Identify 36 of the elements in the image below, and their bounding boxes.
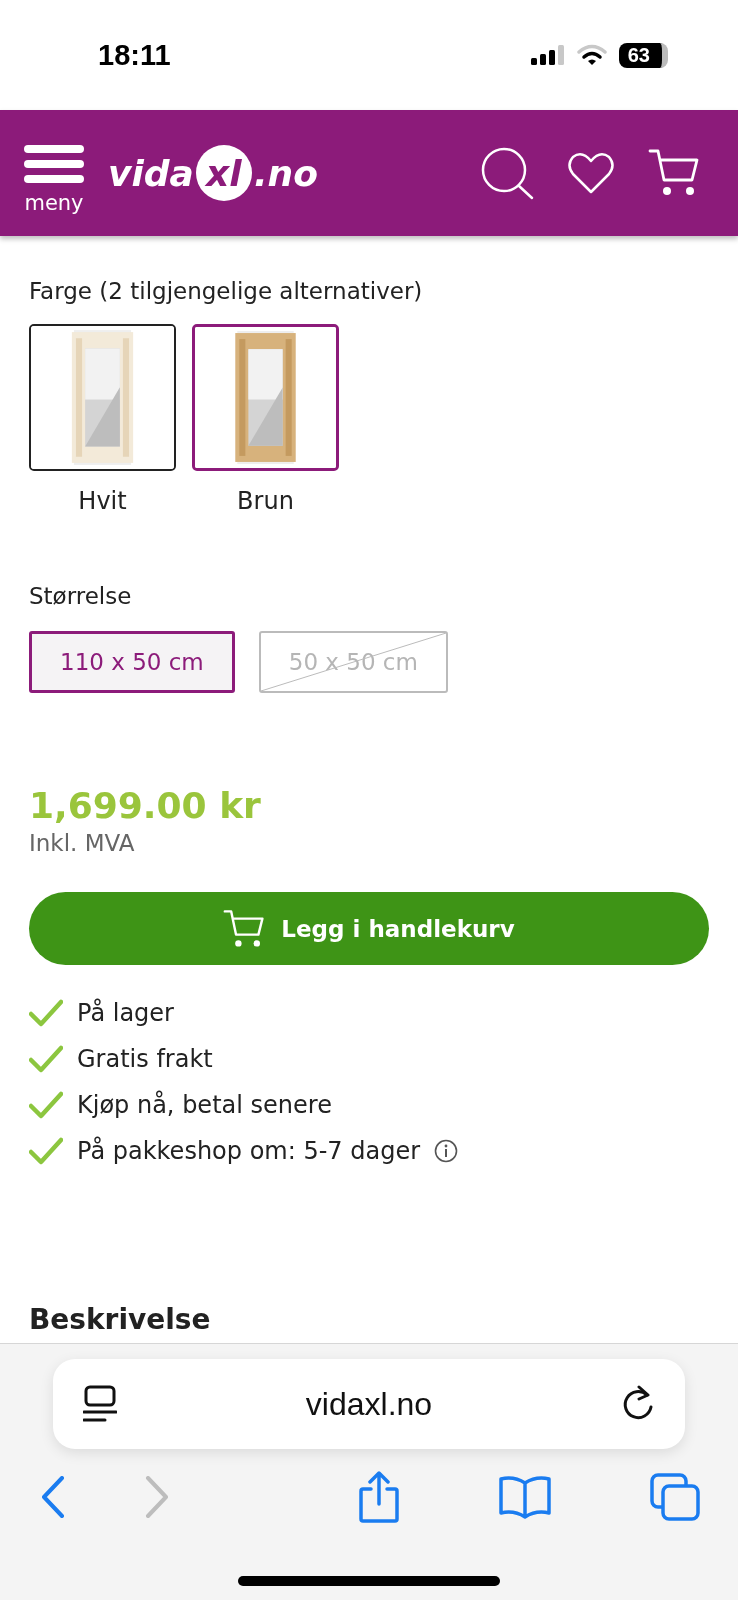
- swatch-label: Brun: [237, 487, 294, 515]
- benefit-text: På pakkeshop om: 5-7 dager: [77, 1137, 421, 1165]
- bookmarks-icon[interactable]: [498, 1475, 552, 1519]
- size-label: Størrelse: [29, 583, 133, 609]
- tabs-icon[interactable]: [650, 1473, 700, 1521]
- heart-icon[interactable]: [568, 152, 614, 194]
- checkmark-icon: [29, 1091, 63, 1119]
- menu-button[interactable]: meny: [24, 131, 84, 215]
- size-option[interactable]: 110 x 50 cm: [29, 631, 235, 693]
- checkmark-icon: [29, 999, 63, 1027]
- share-icon[interactable]: [358, 1471, 400, 1523]
- add-to-cart-button[interactable]: Legg i handlekurv: [29, 892, 709, 965]
- cart-icon[interactable]: [648, 148, 700, 198]
- price-note: Inkl. MVA: [29, 830, 136, 856]
- page-menu-icon[interactable]: [83, 1385, 117, 1423]
- benefit-text: På lager: [77, 999, 174, 1027]
- cart-icon: [223, 908, 266, 949]
- wifi-icon: [576, 44, 607, 66]
- status-time: 18:11: [98, 38, 171, 72]
- site-logo[interactable]: vida xl .no: [108, 145, 318, 201]
- address-bar[interactable]: vidaxl.no: [53, 1359, 685, 1449]
- benefit-text: Kjøp nå, betal senere: [77, 1091, 332, 1119]
- url-text: vidaxl.no: [305, 1385, 433, 1423]
- price: 1,699.00 kr: [29, 785, 262, 826]
- back-icon[interactable]: [40, 1476, 66, 1518]
- checkmark-icon: [29, 1137, 63, 1165]
- info-icon[interactable]: [434, 1139, 459, 1163]
- battery-indicator: 63: [618, 42, 668, 68]
- benefit-text: Gratis frakt: [77, 1045, 213, 1073]
- search-icon[interactable]: [480, 146, 534, 200]
- section-heading: Beskrivelse: [29, 1305, 212, 1336]
- signal-icon: [530, 45, 565, 65]
- checkmark-icon: [29, 1045, 63, 1073]
- swatch-label: Hvit: [78, 487, 127, 515]
- color-label: Farge (2 tilgjengelige alternativer): [29, 278, 424, 304]
- menu-icon: [24, 145, 84, 183]
